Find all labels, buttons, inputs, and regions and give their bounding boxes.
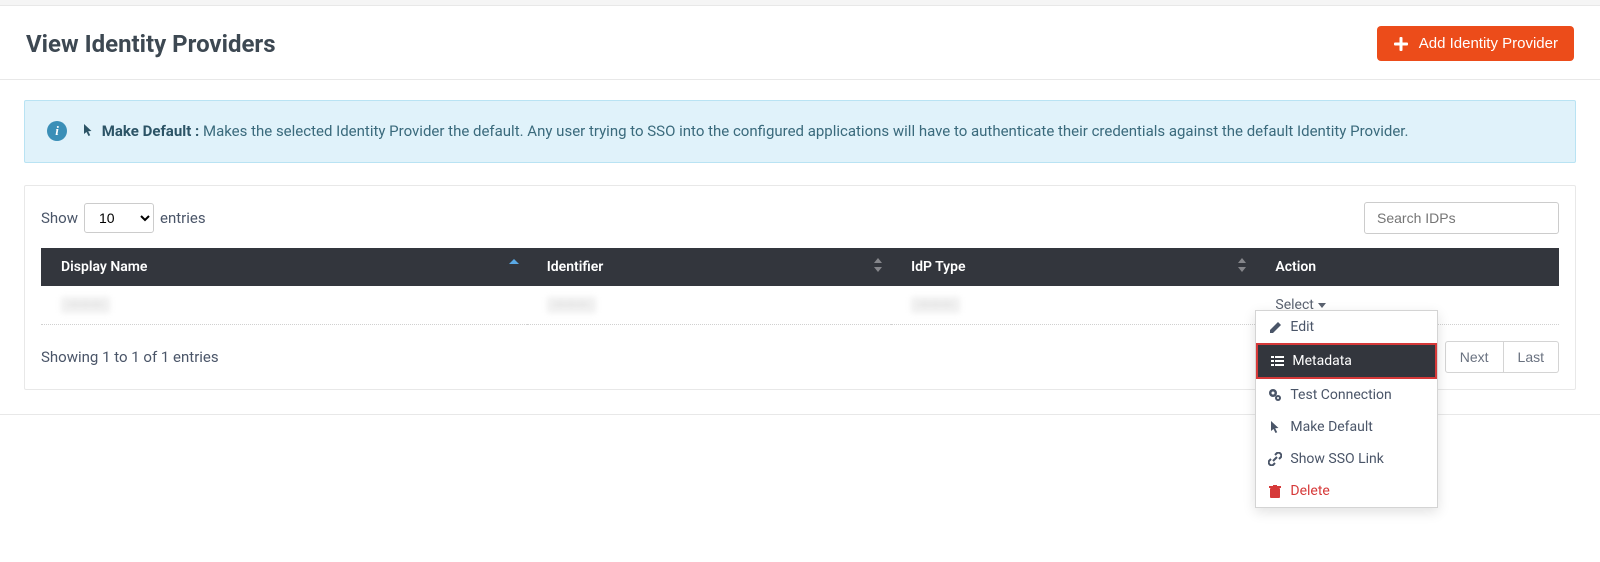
show-label: Show [41,209,78,227]
dropdown-item-make-default[interactable]: Make Default [1256,411,1437,443]
trash-icon [1268,485,1282,498]
info-icon: i [47,121,67,141]
page-title: View Identity Providers [26,30,276,58]
col-display-name[interactable]: Display Name [41,248,527,286]
dropdown-item-metadata[interactable]: Metadata [1256,343,1437,379]
idp-table-panel: Show 10 entries Display Name [24,185,1576,390]
cursor-icon [1268,420,1282,434]
col-identifier[interactable]: Identifier [527,248,891,286]
plus-icon [1393,36,1409,52]
info-banner: i Make Default : Makes the selected Iden… [24,100,1576,163]
info-heading: Make Default : [102,122,200,140]
caret-down-icon [1318,303,1326,308]
sort-icon [1237,258,1247,276]
add-button-label: Add Identity Provider [1419,35,1558,52]
table-row: ——— ——— ——— Select [41,286,1559,325]
sort-asc-icon [509,259,519,275]
gears-icon [1268,388,1282,402]
entries-label: entries [160,209,206,227]
cursor-icon [83,120,94,144]
add-identity-provider-button[interactable]: Add Identity Provider [1377,26,1574,61]
list-icon [1270,355,1284,367]
dropdown-item-show-sso-link[interactable]: Show SSO Link [1256,443,1437,475]
cell-idp-type: ——— [911,297,960,313]
info-body: Makes the selected Identity Provider the… [203,122,1408,140]
sort-icon [873,258,883,276]
col-idp-type[interactable]: IdP Type [891,248,1255,286]
pagination-next[interactable]: Next [1445,341,1504,373]
cell-identifier: ——— [547,297,596,313]
search-input[interactable] [1364,202,1559,234]
table-info: Showing 1 to 1 of 1 entries [41,348,219,366]
action-dropdown: Edit Metadata [1255,310,1438,508]
pagination-last[interactable]: Last [1504,341,1559,373]
cell-display-name: ——— [61,297,110,313]
dropdown-item-delete[interactable]: Delete [1256,475,1437,507]
link-icon [1268,452,1282,466]
dropdown-item-edit[interactable]: Edit [1256,311,1437,343]
page-size-select[interactable]: 10 [84,203,154,233]
pagination: Next Last [1445,341,1559,373]
idp-table: Display Name Identifier Id [41,248,1559,325]
table-header-row: Display Name Identifier Id [41,248,1559,286]
col-action: Action [1255,248,1559,286]
edit-icon [1268,321,1282,334]
dropdown-item-test-connection[interactable]: Test Connection [1256,379,1437,411]
